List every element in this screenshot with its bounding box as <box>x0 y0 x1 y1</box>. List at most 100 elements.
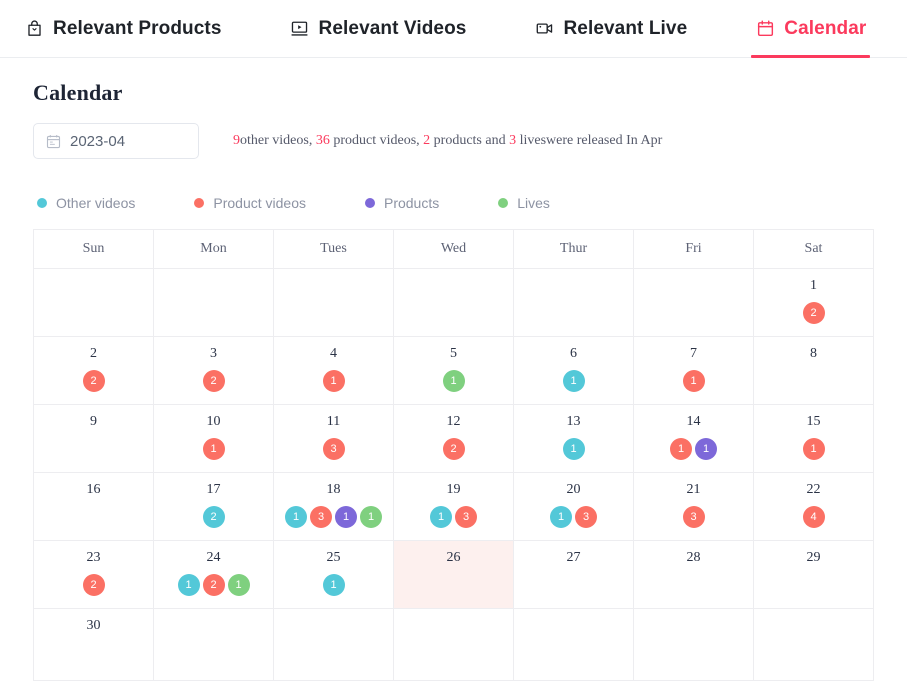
calendar-day-cell[interactable]: 25 1 <box>274 541 394 609</box>
badge-live[interactable]: 1 <box>442 370 465 392</box>
badge-count: 1 <box>810 442 817 455</box>
video-camera-icon <box>534 19 554 39</box>
calendar-day-cell[interactable]: 22 4 <box>754 473 873 541</box>
calendar-day-cell-empty <box>274 609 394 681</box>
badge-other[interactable]: 1 <box>550 506 572 528</box>
legend-item-product[interactable]: Product videos <box>194 195 306 211</box>
calendar-day-cell[interactable]: 8 <box>754 337 873 405</box>
day-badges: 1 <box>202 438 225 460</box>
calendar-grid: Sun Mon Tues Wed Thur Fri Sat 1222324151617189… <box>33 229 874 681</box>
badge-product[interactable]: 1 <box>802 438 825 460</box>
badge-other[interactable]: 1 <box>285 506 307 528</box>
badge-goods[interactable]: 1 <box>695 438 717 460</box>
day-badges: 2 <box>802 302 825 324</box>
legend-item-other[interactable]: Other videos <box>37 195 135 211</box>
badge-count: 2 <box>810 306 817 319</box>
calendar-day-cell[interactable]: 41 <box>274 337 394 405</box>
badge-product[interactable]: 2 <box>442 438 465 460</box>
badge-other[interactable]: 1 <box>177 574 200 596</box>
badge-product[interactable]: 1 <box>682 370 705 392</box>
calendar-day-cell[interactable]: 71 <box>634 337 754 405</box>
badge-count: 1 <box>292 510 300 523</box>
calendar-day-cell[interactable]: 51 <box>394 337 514 405</box>
badge-product[interactable]: 3 <box>322 438 345 460</box>
badge-product[interactable]: 3 <box>310 506 332 528</box>
badge-product[interactable]: 2 <box>202 574 225 596</box>
summary-other-videos-text: other videos, <box>240 133 316 148</box>
badge-other[interactable]: 1 <box>322 574 345 596</box>
calendar-day-cell[interactable]: 27 <box>514 541 634 609</box>
calendar-day-cell[interactable]: 9 <box>34 405 154 473</box>
day-number: 10 <box>206 414 221 429</box>
legend-item-live[interactable]: Lives <box>498 195 550 211</box>
calendar-day-cell[interactable]: 11 3 <box>274 405 394 473</box>
month-datepicker[interactable]: 2023-04 <box>33 123 199 159</box>
badge-product[interactable]: 3 <box>455 506 477 528</box>
calendar-day-cell[interactable]: 15 1 <box>754 405 873 473</box>
badge-product[interactable]: 2 <box>82 574 105 596</box>
day-badges: 2 <box>82 370 105 392</box>
calendar-day-cell[interactable]: 28 <box>634 541 754 609</box>
calendar-day-cell[interactable]: 23 2 <box>34 541 154 609</box>
badge-live[interactable]: 1 <box>227 574 250 596</box>
calendar-day-cell[interactable]: 30 <box>34 609 154 681</box>
weekday-header-label: Sat <box>804 241 823 256</box>
calendar-day-cell[interactable]: 18 1 3 1 1 <box>274 473 394 541</box>
legend-label: Products <box>383 195 440 211</box>
weekday-header-label: Sun <box>82 241 105 256</box>
calendar-day-cell[interactable]: 16 <box>34 473 154 541</box>
badge-other[interactable]: 2 <box>202 506 225 528</box>
badge-product[interactable]: 1 <box>670 438 692 460</box>
active-tab-underline <box>751 55 871 58</box>
calendar-day-cell[interactable]: 22 <box>34 337 154 405</box>
day-number: 11 <box>326 414 341 429</box>
calendar-day-cell[interactable]: 26 <box>394 541 514 609</box>
calendar-day-cell[interactable]: 20 1 3 <box>514 473 634 541</box>
calendar-day-cell[interactable]: 29 <box>754 541 873 609</box>
badge-count: 3 <box>582 510 590 523</box>
weekday-header-label: Tues <box>320 241 347 256</box>
calendar-day-cell[interactable]: 13 1 <box>514 405 634 473</box>
day-number: 20 <box>566 482 581 497</box>
calendar-day-cell[interactable]: 17 2 <box>154 473 274 541</box>
badge-product[interactable]: 3 <box>682 506 705 528</box>
tab-relevant-products[interactable]: Relevant Products <box>14 0 232 57</box>
legend: Other videos Product videos Products Lives <box>33 195 874 211</box>
badge-product[interactable]: 2 <box>802 302 825 324</box>
calendar-week-row: 9 10 1 11 3 12 2 13 1 14 1 1 15 1 <box>34 405 873 473</box>
badge-goods[interactable]: 1 <box>335 506 357 528</box>
calendar-day-cell[interactable]: 10 1 <box>154 405 274 473</box>
calendar-day-cell[interactable]: 14 1 1 <box>634 405 754 473</box>
calendar-day-cell[interactable]: 24 1 2 1 <box>154 541 274 609</box>
badge-other[interactable]: 1 <box>562 370 585 392</box>
badge-product[interactable]: 3 <box>575 506 597 528</box>
badge-product[interactable]: 2 <box>202 370 225 392</box>
legend-item-goods[interactable]: Products <box>364 195 440 211</box>
main-tab-bar: Relevant Products Relevant Videos Relevant… <box>0 0 907 58</box>
legend-dot-icon <box>364 198 375 208</box>
day-badges: 1 <box>562 370 585 392</box>
badge-live[interactable]: 1 <box>360 506 382 528</box>
day-number: 4 <box>330 346 337 361</box>
weekday-header-label: Mon <box>200 241 227 256</box>
badge-other[interactable]: 1 <box>562 438 585 460</box>
calendar-day-cell[interactable]: 61 <box>514 337 634 405</box>
calendar-day-cell[interactable]: 19 1 3 <box>394 473 514 541</box>
calendar-day-cell[interactable]: 12 <box>754 269 873 337</box>
day-badges: 4 <box>802 506 825 528</box>
badge-product[interactable]: 2 <box>82 370 105 392</box>
calendar-day-cell[interactable]: 12 2 <box>394 405 514 473</box>
tab-calendar[interactable]: Calendar <box>745 0 876 58</box>
badge-product[interactable]: 1 <box>202 438 225 460</box>
day-number: 21 <box>686 482 701 497</box>
calendar-day-cell[interactable]: 32 <box>154 337 274 405</box>
day-badges: 2 <box>202 370 225 392</box>
calendar-day-cell-empty <box>634 269 754 337</box>
badge-other[interactable]: 1 <box>430 506 452 528</box>
calendar-day-cell[interactable]: 21 3 <box>634 473 754 541</box>
tab-relevant-live[interactable]: Relevant Live <box>524 0 697 57</box>
badge-product[interactable]: 1 <box>322 370 345 392</box>
badge-product[interactable]: 4 <box>802 506 825 528</box>
day-number: 6 <box>570 346 577 361</box>
tab-relevant-videos[interactable]: Relevant Videos <box>280 0 477 57</box>
